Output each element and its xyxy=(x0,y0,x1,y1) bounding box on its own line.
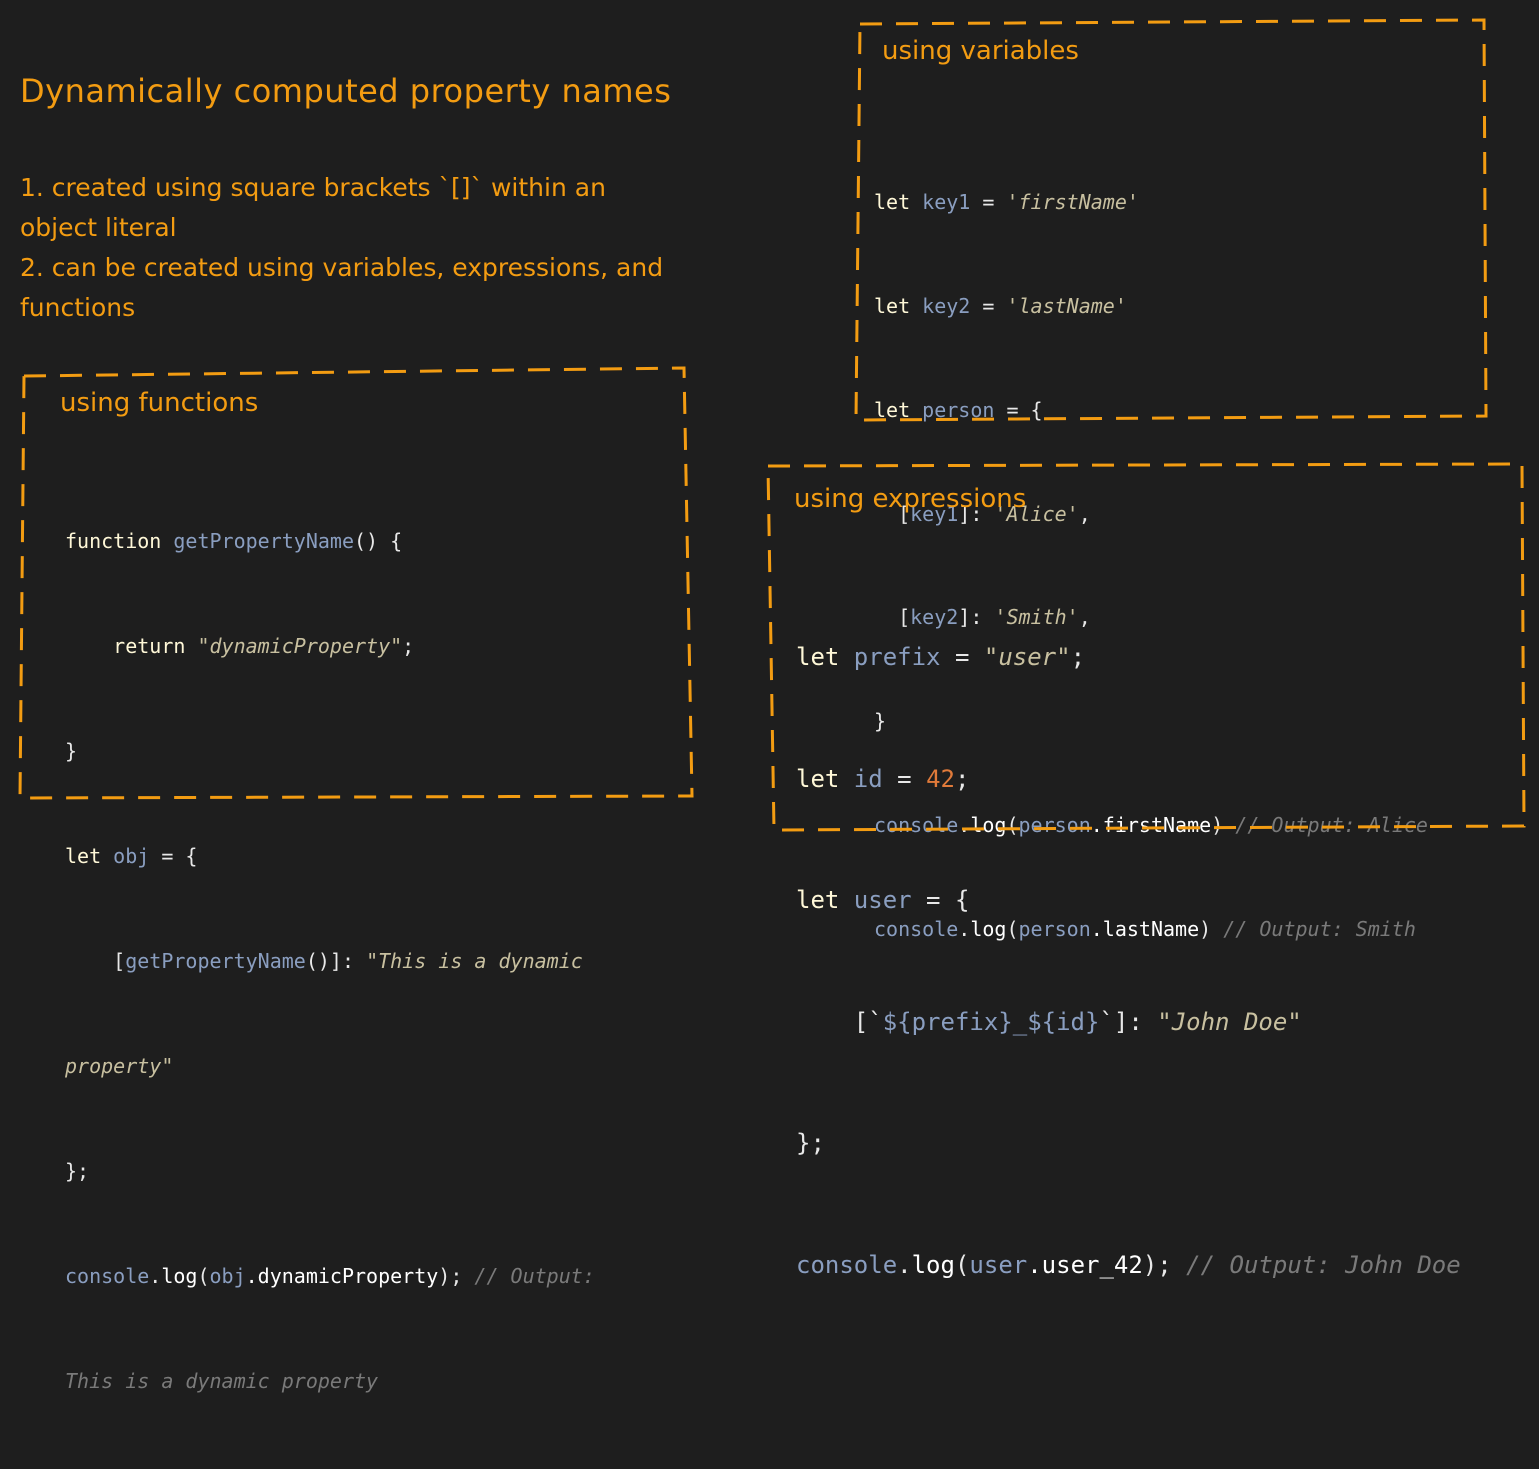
code-keyword: function xyxy=(65,529,162,553)
code-line: } xyxy=(65,734,595,769)
note-line: 2. can be created using variables, expre… xyxy=(20,253,664,282)
code-string: 'firstName' xyxy=(1006,190,1139,215)
code-op: = xyxy=(970,293,1007,318)
code-punc: `]: xyxy=(1099,1007,1158,1036)
code-variable: user xyxy=(969,1250,1028,1279)
code-punc: . xyxy=(897,1250,912,1279)
code-line: let user = { xyxy=(796,880,1461,921)
note-line: 1. created using square brackets `[]` wi… xyxy=(20,173,606,202)
code-indent: [ xyxy=(65,949,126,973)
expressions-box: using expressions let prefix = "user"; l… xyxy=(762,458,1528,1279)
variables-box: using variables let key1 = 'firstName' l… xyxy=(852,16,1492,941)
note-line: object literal xyxy=(20,213,177,242)
code-op: = xyxy=(940,643,984,671)
code-punc: () { xyxy=(353,529,403,553)
code-line: let person = { xyxy=(874,393,1428,428)
code-op: = xyxy=(882,764,927,793)
code-punc: }; xyxy=(796,1129,825,1157)
code-string: "user" xyxy=(983,643,1071,671)
note-line: functions xyxy=(20,293,136,322)
code-indent: [` xyxy=(796,1007,883,1036)
code-variable: prefix xyxy=(839,643,941,671)
code-comment: // Output: xyxy=(474,1264,595,1288)
code-keyword: let xyxy=(874,190,911,215)
code-line: let obj = { xyxy=(65,839,595,874)
code-line: }; xyxy=(796,1123,1461,1164)
code-line: property" xyxy=(65,1049,595,1084)
code-punc: ()]: xyxy=(305,949,367,973)
expressions-box-title: using expressions xyxy=(794,484,1027,514)
code-line: console.log(user.user_42); // Output: Jo… xyxy=(796,1245,1461,1286)
code-op: = { xyxy=(994,397,1043,422)
code-keyword: return xyxy=(113,634,186,658)
code-variable: key2 xyxy=(922,293,971,318)
code-string: "This is a dynamic xyxy=(366,949,583,973)
code-property: .user_42 xyxy=(1027,1250,1143,1279)
notes: 1. created using square brackets `[]` wi… xyxy=(20,168,820,328)
variables-box-title: using variables xyxy=(882,36,1079,66)
code-punc: }; xyxy=(65,1159,90,1183)
code-variable: obj xyxy=(209,1264,246,1288)
code-line: let id = 42; xyxy=(796,759,1461,800)
functions-box: using functions function getPropertyName… xyxy=(16,364,696,1393)
code-string: "John Doe" xyxy=(1157,1007,1302,1036)
code-op: = { xyxy=(911,886,970,914)
code-line: This is a dynamic property xyxy=(65,1364,595,1399)
code-comment: This is a dynamic property xyxy=(65,1369,379,1393)
page-title: Dynamically computed property names xyxy=(20,72,672,110)
code-line: [`${prefix}_${id}`]: "John Doe" xyxy=(796,1002,1461,1043)
code-keyword: let xyxy=(874,293,911,318)
code-punc: ); xyxy=(1142,1250,1187,1279)
code-property: .dynamicProperty xyxy=(245,1264,439,1288)
code-keyword: let xyxy=(796,764,840,793)
code-function-name: getPropertyName xyxy=(161,529,354,553)
code-number: 42 xyxy=(926,764,955,793)
code-string: property" xyxy=(65,1054,174,1078)
functions-code: function getPropertyName() { return "dyn… xyxy=(65,454,595,1469)
code-line: function getPropertyName() { xyxy=(65,524,595,559)
code-keyword: let xyxy=(874,397,911,422)
code-line: let key2 = 'lastName' xyxy=(874,289,1428,324)
code-function: log xyxy=(911,1250,955,1279)
code-string: 'lastName' xyxy=(1006,293,1127,318)
code-string: "dynamicProperty" xyxy=(185,634,403,658)
code-template: ${prefix}_${id} xyxy=(882,1007,1100,1036)
code-function-name: getPropertyName xyxy=(125,949,306,973)
expressions-code: let prefix = "user"; let id = 42; let us… xyxy=(796,556,1461,1366)
code-punc: ; xyxy=(1070,643,1086,671)
code-punc: ; xyxy=(954,764,970,793)
code-line: let key1 = 'firstName' xyxy=(874,185,1428,220)
functions-box-title: using functions xyxy=(60,388,259,418)
code-object: console xyxy=(65,1264,150,1288)
code-variable: key1 xyxy=(922,190,971,215)
code-op: = xyxy=(970,190,1007,215)
code-function: log xyxy=(161,1264,198,1288)
code-punc: ( xyxy=(197,1264,210,1288)
code-punc: } xyxy=(65,739,78,763)
code-line: return "dynamicProperty"; xyxy=(65,629,595,664)
code-line: [getPropertyName()]: "This is a dynamic xyxy=(65,944,595,979)
code-punc: ); xyxy=(438,1264,475,1288)
code-variable: person xyxy=(922,397,995,422)
code-variable: user xyxy=(839,886,912,914)
code-line: let prefix = "user"; xyxy=(796,637,1461,678)
code-punc: . xyxy=(149,1264,162,1288)
code-line: console.log(obj.dynamicProperty); // Out… xyxy=(65,1259,595,1294)
code-variable: id xyxy=(839,764,883,793)
code-line: }; xyxy=(65,1154,595,1189)
code-punc: ( xyxy=(954,1250,970,1279)
code-object: console xyxy=(796,1250,898,1279)
code-punc: ; xyxy=(402,634,415,658)
code-keyword: let xyxy=(796,643,840,671)
code-keyword: let xyxy=(796,886,840,914)
code-comment: // Output: John Doe xyxy=(1186,1250,1461,1279)
